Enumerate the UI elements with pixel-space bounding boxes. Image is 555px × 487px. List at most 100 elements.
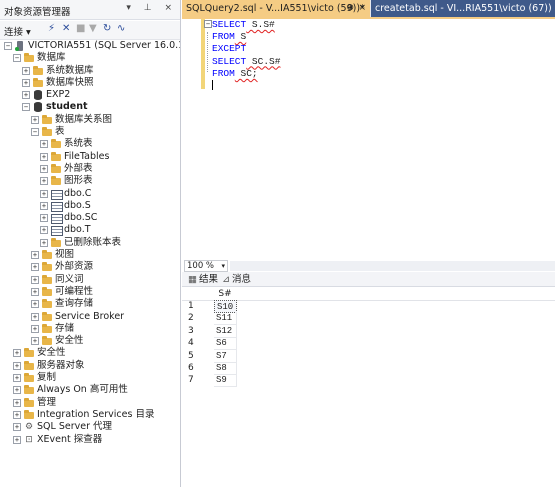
- tree-node[interactable]: + dbo.SC: [0, 212, 180, 225]
- tree-node[interactable]: + FileTables: [0, 151, 180, 163]
- refresh-icon[interactable]: ↻: [103, 23, 111, 34]
- table-row[interactable]: 2 S11: [182, 312, 555, 326]
- tree-node[interactable]: + 外部资源: [0, 261, 180, 273]
- expand-toggle-icon[interactable]: +: [31, 287, 39, 296]
- tree-node[interactable]: + dbo.T: [0, 224, 180, 237]
- tree-node[interactable]: + 同义词: [0, 274, 180, 286]
- tree-node-label: 数据库: [37, 52, 66, 64]
- table-row[interactable]: 3 S12: [182, 324, 555, 338]
- expand-toggle-icon[interactable]: +: [40, 238, 48, 247]
- expand-toggle-icon[interactable]: +: [13, 435, 21, 444]
- expand-toggle-icon[interactable]: +: [31, 300, 39, 309]
- result-cell[interactable]: S6: [214, 337, 237, 351]
- expand-toggle-icon[interactable]: +: [31, 337, 39, 346]
- tree-node[interactable]: + 管理: [0, 397, 180, 409]
- tree-node[interactable]: − student: [0, 101, 180, 113]
- expand-toggle-icon[interactable]: +: [40, 177, 48, 186]
- tree-node[interactable]: − VICTORIA551 (SQL Server 16.0.1000.6: [0, 40, 180, 52]
- tab-sqlquery2[interactable]: SQLQuery2.sql - V...IA551\victo (59))* ⊕…: [182, 0, 370, 17]
- expand-toggle-icon[interactable]: +: [31, 251, 39, 260]
- tree-node[interactable]: − 表: [0, 126, 180, 138]
- table-row[interactable]: 1 S10: [182, 300, 555, 313]
- stop-icon[interactable]: ■: [76, 23, 85, 34]
- expand-toggle-icon[interactable]: +: [40, 214, 48, 223]
- expand-toggle-icon[interactable]: +: [40, 189, 48, 198]
- tree-node[interactable]: + ⚙ SQL Server 代理: [0, 421, 180, 433]
- table-row[interactable]: 5 S7: [182, 349, 555, 363]
- tree-node[interactable]: + 复制: [0, 372, 180, 384]
- expand-toggle-icon[interactable]: +: [31, 324, 39, 333]
- tree-node[interactable]: + 外部表: [0, 163, 180, 175]
- result-cell[interactable]: S8: [214, 362, 237, 375]
- tree-node[interactable]: + EXP2: [0, 89, 180, 101]
- tab-messages[interactable]: ⊿ 消息: [222, 273, 251, 286]
- tree-node[interactable]: + 安全性: [0, 347, 180, 359]
- tree-node[interactable]: + 存储: [0, 323, 180, 335]
- tree-node[interactable]: + Always On 高可用性: [0, 384, 180, 396]
- expand-toggle-icon[interactable]: +: [40, 140, 48, 149]
- expand-toggle-icon[interactable]: +: [31, 263, 39, 272]
- filter-icon[interactable]: ▼: [89, 23, 97, 34]
- tree-node[interactable]: + Integration Services 目录: [0, 409, 180, 421]
- result-cell[interactable]: S12: [214, 324, 237, 338]
- expand-toggle-icon[interactable]: +: [13, 361, 21, 370]
- expand-toggle-icon[interactable]: +: [13, 349, 21, 358]
- tree-node[interactable]: + 数据库快照: [0, 77, 180, 89]
- expand-toggle-icon[interactable]: +: [22, 91, 30, 100]
- tree-node[interactable]: + dbo.S: [0, 200, 180, 212]
- expand-toggle-icon[interactable]: +: [22, 66, 30, 75]
- expand-toggle-icon[interactable]: +: [13, 398, 21, 407]
- result-cell[interactable]: S9: [214, 374, 237, 388]
- tab-createtab[interactable]: createtab.sql - VI...RIA551\victo (67)): [371, 0, 555, 17]
- tree-node[interactable]: + 可编程性: [0, 286, 180, 298]
- panel-window-buttons[interactable]: ▾ ⊥ ×: [126, 3, 177, 13]
- table-row[interactable]: 7 S9: [182, 374, 555, 388]
- result-cell[interactable]: S7: [214, 349, 237, 363]
- tree-node[interactable]: + 系统数据库: [0, 65, 180, 77]
- expand-toggle-icon[interactable]: +: [13, 410, 21, 419]
- result-cell[interactable]: S10: [214, 300, 237, 313]
- activity-icon[interactable]: ∿: [117, 23, 125, 34]
- collapse-toggle-icon[interactable]: −: [4, 42, 12, 50]
- tree-node[interactable]: + dbo.C: [0, 188, 180, 200]
- connect-icon[interactable]: ⚡: [48, 23, 55, 34]
- expand-toggle-icon[interactable]: +: [13, 374, 21, 383]
- expand-toggle-icon[interactable]: +: [40, 226, 48, 235]
- collapse-toggle-icon[interactable]: −: [31, 128, 39, 137]
- tree-node[interactable]: + 图形表: [0, 175, 180, 187]
- table-row[interactable]: 4 S6: [182, 337, 555, 351]
- table-row[interactable]: 6 S8: [182, 362, 555, 375]
- tab-results[interactable]: ▦ 结果: [188, 273, 218, 286]
- result-cell[interactable]: S11: [214, 312, 237, 326]
- horizontal-scrollbar[interactable]: [230, 261, 555, 271]
- expand-toggle-icon[interactable]: +: [22, 78, 30, 87]
- tree-node[interactable]: + 视图: [0, 249, 180, 261]
- tree-node[interactable]: + 安全性: [0, 335, 180, 347]
- tree-node[interactable]: + 已删除账本表: [0, 237, 180, 249]
- expand-toggle-icon[interactable]: +: [31, 115, 39, 124]
- tree-node[interactable]: + ⊡ XEvent 探查器: [0, 434, 180, 446]
- expand-toggle-icon[interactable]: +: [40, 201, 48, 210]
- expand-toggle-icon[interactable]: +: [40, 152, 48, 161]
- close-icon[interactable]: ×: [358, 0, 366, 17]
- tree-node[interactable]: + Service Broker: [0, 311, 180, 323]
- tree-node[interactable]: + 服务器对象: [0, 360, 180, 372]
- collapse-region-icon[interactable]: −: [204, 20, 212, 28]
- expand-toggle-icon[interactable]: +: [13, 423, 21, 432]
- expand-toggle-icon[interactable]: +: [13, 386, 21, 395]
- zoom-select[interactable]: 100 % ▾: [184, 260, 228, 272]
- expand-toggle-icon[interactable]: +: [40, 164, 48, 173]
- tree-node[interactable]: − 数据库: [0, 52, 180, 64]
- pin-icon[interactable]: ⊕: [346, 0, 354, 17]
- collapse-toggle-icon[interactable]: −: [22, 103, 30, 112]
- collapse-toggle-icon[interactable]: −: [13, 54, 21, 63]
- connect-button[interactable]: 连接 ▾: [4, 24, 31, 38]
- column-header-s[interactable]: S#: [214, 288, 236, 300]
- sql-code[interactable]: SELECT S.S# FROM S EXCEPT SELECT SC.S# FROM …: [212, 19, 280, 80]
- expand-toggle-icon[interactable]: +: [31, 275, 39, 284]
- tree-node[interactable]: + 查询存储: [0, 298, 180, 310]
- tree-node[interactable]: + 系统表: [0, 138, 180, 150]
- expand-toggle-icon[interactable]: +: [31, 312, 39, 321]
- tree-node[interactable]: + 数据库关系图: [0, 114, 180, 126]
- disconnect-icon[interactable]: ✕: [62, 23, 70, 34]
